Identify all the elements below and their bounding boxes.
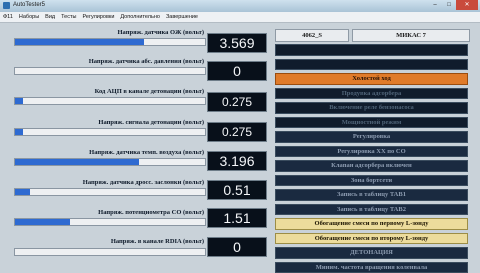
bar-fill: [15, 219, 70, 225]
menu-item-view[interactable]: Вид: [42, 14, 58, 20]
knock-adc-value: 0.275: [207, 92, 267, 112]
status-flag: [275, 44, 468, 56]
window-controls: – □ ✕: [428, 0, 478, 10]
menu-item-adjustments[interactable]: Регулировки: [79, 14, 117, 20]
minimize-icon[interactable]: –: [428, 0, 442, 10]
bar-fill: [15, 39, 144, 45]
status-flag-idle: Холостой ход: [275, 73, 468, 85]
menu-item-exit[interactable]: Завершение: [163, 14, 201, 20]
status-flag: Запись в таблицу TAB1: [275, 189, 468, 201]
status-flag-enrich-1: Обогащение смеси по первому L-зонду: [275, 218, 468, 230]
bar-fill: [15, 159, 139, 165]
co-pot-value: 1.51: [207, 208, 267, 228]
throttle-bar: [14, 188, 206, 196]
coolant-voltage-value: 3.569: [207, 33, 267, 53]
status-flag-knock: ДЕТОНАЦИЯ: [275, 247, 468, 259]
status-flag-min-rpm: Миним. частота вращения коленвала: [275, 262, 468, 273]
bar-fill: [15, 98, 23, 104]
status-flag: Клапан адсорбера включен: [275, 160, 468, 172]
status-flag-enrich-2: Обогащение смеси по второму L-зонду: [275, 233, 468, 245]
status-flag: Зона бортсети: [275, 175, 468, 187]
row-label-map: Напряж. датчика абс. давления (вольт): [14, 58, 204, 65]
status-flag: Запись в таблицу TAB2: [275, 204, 468, 216]
status-flag: Мощностной режим: [275, 117, 468, 129]
menu-item-tests[interactable]: Тесты: [58, 14, 79, 20]
status-flag: [275, 59, 468, 71]
co-pot-bar: [14, 218, 206, 226]
row-label-knock-adc: Код АЦП в канале детонации (вольт): [14, 88, 204, 95]
knock-signal-value: 0.275: [207, 122, 267, 142]
ecu-type-label: МИКАС 7: [352, 29, 470, 42]
window-title: AutoTester5: [13, 2, 45, 8]
bar-fill: [15, 189, 30, 195]
throttle-value: 0.51: [207, 180, 267, 200]
knock-signal-bar: [14, 128, 206, 136]
row-label-coolant: Напряж. датчика ОЖ (вольт): [14, 29, 204, 36]
ecu-firmware-label: 4062_S: [275, 29, 349, 42]
status-flag: Включение реле бензонасоса: [275, 102, 468, 114]
row-label-rdia: Напряж. в канале RDIA (вольт): [14, 238, 204, 245]
status-panel: Холостой ход Продувка адсорбера Включени…: [275, 44, 468, 273]
rdia-bar: [14, 248, 206, 256]
menu-item-f11[interactable]: Ф11: [0, 14, 16, 20]
close-icon[interactable]: ✕: [456, 0, 478, 10]
row-label-air-temp: Напряж. датчика темп. воздуха (вольт): [14, 149, 204, 156]
menu-bar: Ф11 Наборы Вид Тесты Регулировки Дополни…: [0, 12, 480, 23]
knock-adc-bar: [14, 97, 206, 105]
bar-fill: [15, 129, 23, 135]
row-label-throttle: Напряж. датчика дросс. заслонки (вольт): [14, 179, 204, 186]
coolant-voltage-bar: [14, 38, 206, 46]
map-voltage-value: 0: [207, 61, 267, 81]
menu-item-sets[interactable]: Наборы: [16, 14, 42, 20]
status-flag: Регулировка: [275, 131, 468, 143]
status-flag: Продувка адсорбера: [275, 88, 468, 100]
row-label-knock-signal: Напряж. сигнала детонации (вольт): [14, 119, 204, 126]
window-titlebar: AutoTester5 – □ ✕: [0, 0, 480, 12]
row-label-co-pot: Напряж. потенциометра СО (вольт): [14, 209, 204, 216]
air-temp-value: 3.196: [207, 151, 267, 171]
rdia-value: 0: [207, 237, 267, 257]
maximize-icon[interactable]: □: [442, 0, 456, 10]
app-icon: [3, 2, 10, 9]
map-voltage-bar: [14, 67, 206, 75]
menu-item-extra[interactable]: Дополнительно: [117, 14, 163, 20]
air-temp-bar: [14, 158, 206, 166]
status-flag: Регулировка ХХ по CO: [275, 146, 468, 158]
